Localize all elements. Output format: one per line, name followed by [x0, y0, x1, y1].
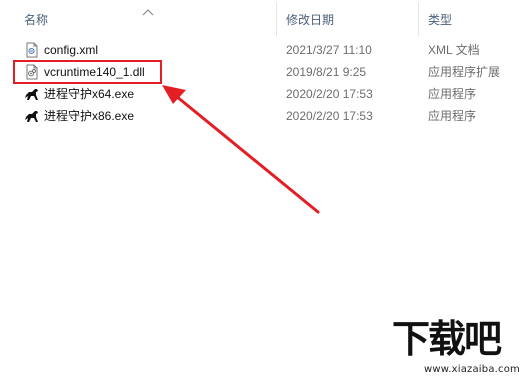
watermark-logo-text: 下载吧 [392, 317, 502, 361]
watermark-url: www.xiazaiba.com [424, 364, 520, 375]
